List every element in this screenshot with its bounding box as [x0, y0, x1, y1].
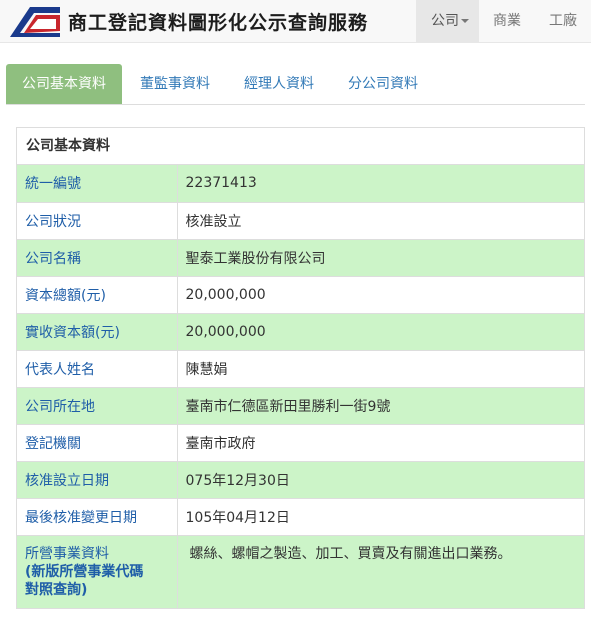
row-value: 20,000,000 [176, 275, 584, 313]
table-row: 登記機關 臺南市政府 [17, 423, 584, 461]
row-key: 代表人姓名 [17, 349, 177, 387]
row-key: 公司名稱 [17, 238, 177, 276]
panel-heading: 公司基本資料 [17, 128, 584, 165]
business-code-lookup-line1: (新版所營事業代碼 [25, 563, 144, 580]
top-navbar: 商工登記資料圖形化公示查詢服務 公司 商業 工廠 [0, 0, 591, 43]
nav-business[interactable]: 商業 [479, 0, 535, 43]
table-row: 最後核准變更日期 105年04月12日 [17, 497, 584, 535]
caret-down-icon [461, 19, 469, 23]
tab-company-basic[interactable]: 公司基本資料 [6, 64, 122, 104]
table-row: 公司所在地 臺南市仁德區新田里勝利一街9號 [17, 386, 584, 424]
row-value: 105年04月12日 [176, 497, 584, 535]
row-value: 聖泰工業股份有限公司 [176, 238, 584, 276]
detail-tabs: 公司基本資料 董監事資料 經理人資料 分公司資料 [6, 64, 585, 105]
top-nav: 公司 商業 工廠 [416, 0, 591, 43]
business-value: 螺絲、螺帽之製造、加工、買賣及有關進出口業務。 [176, 534, 584, 608]
moea-logo-icon [8, 3, 62, 39]
brand[interactable]: 商工登記資料圖形化公示查詢服務 [8, 2, 368, 40]
tab-directors[interactable]: 董監事資料 [124, 64, 226, 104]
row-key: 公司狀況 [17, 201, 177, 239]
site-title: 商工登記資料圖形化公示查詢服務 [68, 11, 369, 34]
business-key-label: 所營事業資料 [25, 545, 109, 562]
table-row: 統一編號 22371413 [17, 165, 584, 202]
row-value: 075年12月30日 [176, 460, 584, 498]
table-row: 實收資本額(元) 20,000,000 [17, 312, 584, 350]
row-key: 登記機關 [17, 423, 177, 461]
table-row: 核准設立日期 075年12月30日 [17, 460, 584, 498]
table-row: 資本總額(元) 20,000,000 [17, 275, 584, 313]
row-key: 實收資本額(元) [17, 312, 177, 350]
row-key: 統一編號 [17, 165, 177, 202]
row-value: 22371413 [176, 165, 584, 202]
table-row: 公司名稱 聖泰工業股份有限公司 [17, 238, 584, 276]
row-key: 核准設立日期 [17, 460, 177, 498]
row-value: 陳慧娟 [176, 349, 584, 387]
business-code-lookup-line2: 對照查詢) [25, 581, 88, 598]
business-key: 所營事業資料 (新版所營事業代碼 對照查詢) [17, 534, 177, 608]
tab-branches[interactable]: 分公司資料 [332, 64, 434, 104]
row-value: 臺南市仁德區新田里勝利一街9號 [176, 386, 584, 424]
company-info-table: 統一編號 22371413 公司狀況 核准設立 公司名稱 聖泰工業股份有限公司 … [17, 165, 584, 608]
row-key: 資本總額(元) [17, 275, 177, 313]
row-value: 20,000,000 [176, 312, 584, 350]
business-code-lookup-link[interactable]: (新版所營事業代碼 對照查詢) [25, 564, 143, 598]
row-key: 最後核准變更日期 [17, 497, 177, 535]
company-basic-panel: 公司基本資料 統一編號 22371413 公司狀況 核准設立 公司名稱 聖泰工業… [16, 127, 585, 609]
nav-company-dropdown[interactable]: 公司 [416, 0, 479, 43]
row-key: 公司所在地 [17, 386, 177, 424]
table-row: 代表人姓名 陳慧娟 [17, 349, 584, 387]
table-row: 公司狀況 核准設立 [17, 201, 584, 239]
nav-business-label: 商業 [493, 13, 521, 29]
row-value: 臺南市政府 [176, 423, 584, 461]
nav-company-label: 公司 [431, 13, 459, 29]
tab-managers[interactable]: 經理人資料 [228, 64, 330, 104]
nav-factory[interactable]: 工廠 [535, 0, 591, 43]
nav-factory-label: 工廠 [549, 13, 577, 29]
row-value: 核准設立 [176, 201, 584, 239]
table-row-business: 所營事業資料 (新版所營事業代碼 對照查詢) 螺絲、螺帽之製造、加工、買賣及有關進… [17, 534, 584, 608]
